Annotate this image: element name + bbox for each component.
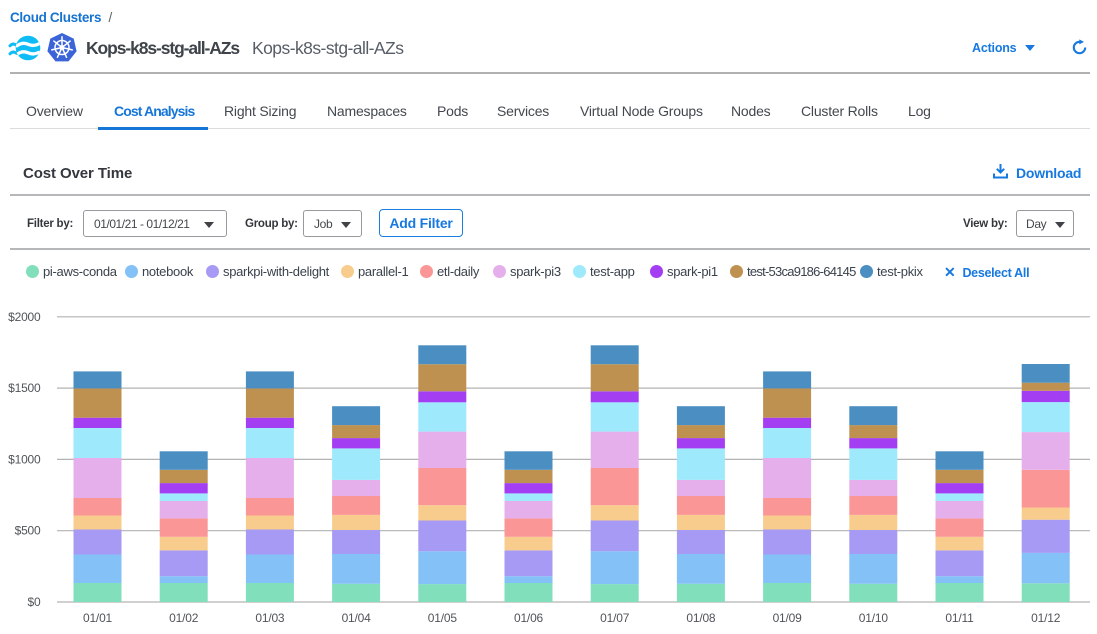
- svg-text:$500: $500: [15, 524, 41, 538]
- svg-text:01/09: 01/09: [773, 611, 803, 625]
- svg-text:$1500: $1500: [8, 381, 41, 395]
- svg-text:$0: $0: [28, 595, 41, 609]
- svg-text:01/11: 01/11: [945, 611, 974, 625]
- svg-text:01/02: 01/02: [169, 611, 199, 625]
- svg-text:01/10: 01/10: [859, 611, 889, 625]
- svg-text:01/12: 01/12: [1031, 611, 1061, 625]
- svg-text:01/05: 01/05: [428, 611, 458, 625]
- svg-text:01/04: 01/04: [342, 611, 372, 625]
- svg-text:$1000: $1000: [8, 452, 41, 466]
- svg-text:01/08: 01/08: [686, 611, 716, 625]
- svg-text:01/03: 01/03: [255, 611, 285, 625]
- svg-text:01/01: 01/01: [83, 611, 113, 625]
- svg-text:01/07: 01/07: [600, 611, 630, 625]
- svg-text:01/06: 01/06: [514, 611, 544, 625]
- svg-text:$2000: $2000: [8, 310, 41, 324]
